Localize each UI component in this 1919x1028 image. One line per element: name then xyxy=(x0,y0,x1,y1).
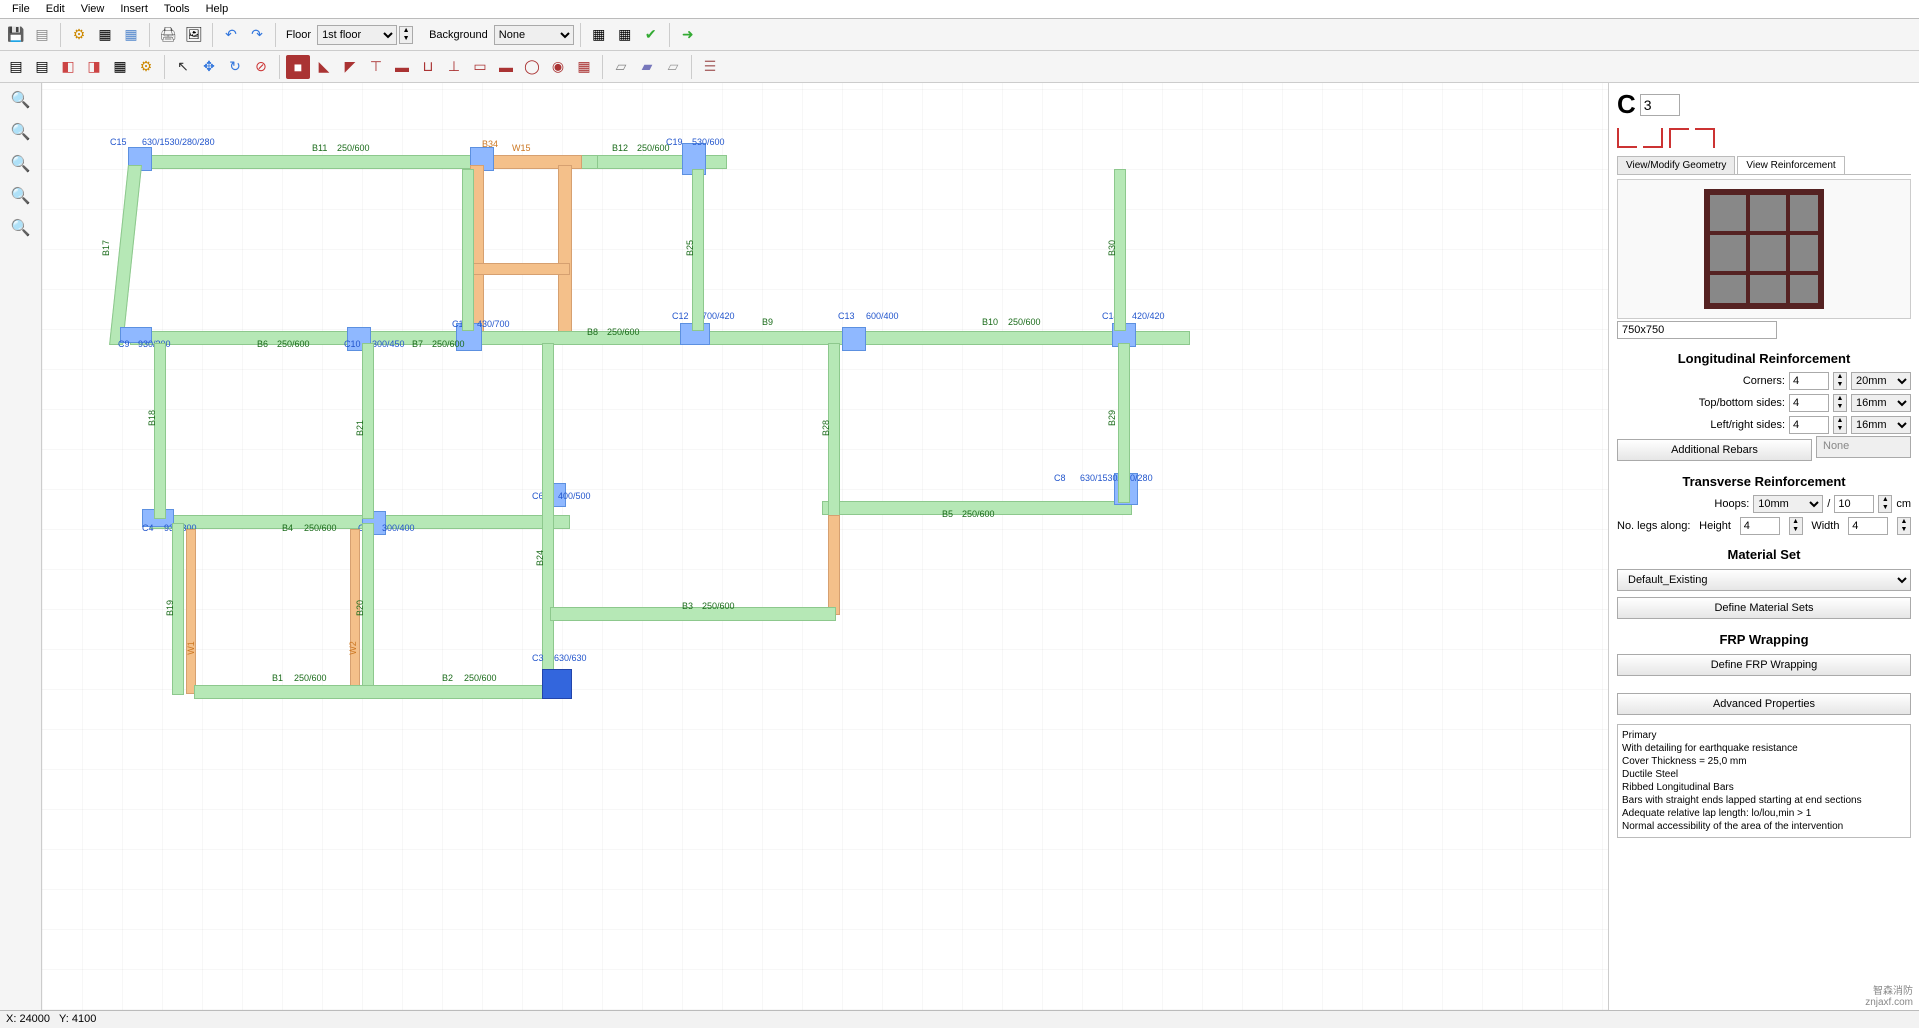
check-icon[interactable]: ✔ xyxy=(639,23,663,47)
status-bar: X: 24000 Y: 4100 xyxy=(0,1010,1919,1028)
slab2-icon[interactable]: ▰ xyxy=(635,55,659,79)
floor-select[interactable]: 1st floor xyxy=(317,25,397,45)
redo-icon[interactable]: ↷ xyxy=(245,23,269,47)
info-box: Primary With detailing for earthquake re… xyxy=(1617,724,1911,838)
select-icon[interactable]: ↖ xyxy=(171,55,195,79)
menu-view[interactable]: View xyxy=(73,1,113,17)
col-t-icon[interactable]: ⊤ xyxy=(364,55,388,79)
status-y: Y: 4100 xyxy=(59,1013,96,1025)
col-t2-icon[interactable]: ⊥ xyxy=(442,55,466,79)
floorplan-canvas[interactable]: C15 630/1530/280/280 B11 250/600 B34 W15… xyxy=(42,83,1609,1010)
slab3-icon[interactable]: ▱ xyxy=(661,55,685,79)
zoom-window-icon[interactable]: 🔍 xyxy=(8,151,34,177)
tb-count[interactable] xyxy=(1789,394,1829,412)
additional-rebars-none: None xyxy=(1816,436,1911,458)
undo-icon[interactable]: ↶ xyxy=(219,23,243,47)
floor-label: Floor xyxy=(286,29,311,41)
advanced-props-button[interactable]: Advanced Properties xyxy=(1617,693,1911,715)
exit-icon[interactable]: ➜ xyxy=(676,23,700,47)
zoom-toolbar: 🔍 🔍 🔍 🔍 🔍 xyxy=(0,83,42,1010)
hoops-dia[interactable]: 10mm xyxy=(1753,495,1823,513)
menu-tools[interactable]: Tools xyxy=(156,1,198,17)
corners-count[interactable] xyxy=(1789,372,1829,390)
legs-height[interactable] xyxy=(1740,517,1780,535)
watermark: 智森消防znjaxf.com xyxy=(1865,982,1913,1008)
delete-icon[interactable]: ⊘ xyxy=(249,55,273,79)
col-c3-selected[interactable] xyxy=(542,669,572,699)
corners-dia[interactable]: 20mm xyxy=(1851,372,1911,390)
section-preview xyxy=(1617,179,1911,319)
grid2-icon[interactable]: ▦ xyxy=(108,55,132,79)
menu-help[interactable]: Help xyxy=(198,1,237,17)
menu-bar: File Edit View Insert Tools Help xyxy=(0,0,1919,19)
background-label: Background xyxy=(429,29,488,41)
ortho-icon[interactable]: ▦ xyxy=(613,23,637,47)
zoom-prev-icon[interactable]: 🔍 xyxy=(8,215,34,241)
status-x: X: 24000 xyxy=(6,1013,50,1025)
h-frp: FRP Wrapping xyxy=(1617,632,1911,647)
gear2-icon[interactable]: ⚙ xyxy=(134,55,158,79)
col-x-icon[interactable]: ▦ xyxy=(572,55,596,79)
material-select[interactable]: Default_Existing xyxy=(1617,569,1911,591)
h-longitudinal: Longitudinal Reinforcement xyxy=(1617,351,1911,366)
section-icon[interactable]: ◧ xyxy=(56,55,80,79)
col-z-icon[interactable]: ▬ xyxy=(494,55,518,79)
zoom-in-icon[interactable]: 🔍 xyxy=(8,87,34,113)
corner-tr-icon[interactable] xyxy=(1643,128,1663,148)
rotate-icon[interactable]: ↻ xyxy=(223,55,247,79)
dwg2-icon[interactable]: ▤ xyxy=(30,55,54,79)
slab1-icon[interactable]: ▱ xyxy=(609,55,633,79)
corner-br-icon[interactable] xyxy=(1695,128,1715,148)
col-h-icon[interactable]: ▭ xyxy=(468,55,492,79)
lr-dia[interactable]: 16mm xyxy=(1851,416,1911,434)
tab-geometry[interactable]: View/Modify Geometry xyxy=(1617,156,1735,174)
menu-insert[interactable]: Insert xyxy=(112,1,156,17)
col-rect-icon[interactable]: ■ xyxy=(286,55,310,79)
corner-bl-icon[interactable] xyxy=(1669,128,1689,148)
col-c-icon[interactable]: ◯ xyxy=(520,55,544,79)
define-frp-button[interactable]: Define FRP Wrapping xyxy=(1617,654,1911,676)
snap-icon[interactable]: ▦ xyxy=(587,23,611,47)
h-transverse: Transverse Reinforcement xyxy=(1617,474,1911,489)
col-u-icon[interactable]: ⊔ xyxy=(416,55,440,79)
col-c2-icon[interactable]: ◉ xyxy=(546,55,570,79)
corner-tl-icon[interactable] xyxy=(1617,128,1637,148)
dimensions-input[interactable] xyxy=(1617,321,1777,339)
export-icon[interactable]: 🖼 xyxy=(182,23,206,47)
dwg1-icon[interactable]: ▤ xyxy=(4,55,28,79)
menu-file[interactable]: File xyxy=(4,1,38,17)
tab-reinforcement[interactable]: View Reinforcement xyxy=(1737,156,1844,174)
define-materials-button[interactable]: Define Material Sets xyxy=(1617,597,1911,619)
h-material: Material Set xyxy=(1617,547,1911,562)
background-select[interactable]: None xyxy=(494,25,574,45)
zoom-out-icon[interactable]: 🔍 xyxy=(8,119,34,145)
col-l2-icon[interactable]: ◤ xyxy=(338,55,362,79)
element-id-input[interactable] xyxy=(1640,94,1680,116)
dwg-icon[interactable]: ▤ xyxy=(30,23,54,47)
settings-icon[interactable]: ⚙ xyxy=(67,23,91,47)
tb-dia[interactable]: 16mm xyxy=(1851,394,1911,412)
hoops-spacing[interactable] xyxy=(1834,495,1874,513)
col-l1-icon[interactable]: ◣ xyxy=(312,55,336,79)
col-i-icon[interactable]: ▬ xyxy=(390,55,414,79)
lr-count[interactable] xyxy=(1789,416,1829,434)
legs-width[interactable] xyxy=(1848,517,1888,535)
col-c13[interactable] xyxy=(842,327,866,351)
toolbar-1: 💾 ▤ ⚙ ▦ ▦ 🖨 🖼 ↶ ↷ Floor 1st floor ▲▼ Bac… xyxy=(0,19,1919,51)
properties-panel: C View/Modify Geometry View Reinforcemen… xyxy=(1609,83,1919,1010)
print-icon[interactable]: 🖨 xyxy=(156,23,180,47)
menu-edit[interactable]: Edit xyxy=(38,1,73,17)
layers-icon[interactable]: ▦ xyxy=(93,23,117,47)
grid-icon[interactable]: ▦ xyxy=(119,23,143,47)
move-icon[interactable]: ✥ xyxy=(197,55,221,79)
section2-icon[interactable]: ◨ xyxy=(82,55,106,79)
additional-rebars-button[interactable]: Additional Rebars xyxy=(1617,439,1812,461)
zoom-fit-icon[interactable]: 🔍 xyxy=(8,183,34,209)
stair-icon[interactable]: ☰ xyxy=(698,55,722,79)
save-icon[interactable]: 💾 xyxy=(4,23,28,47)
toolbar-2: ▤ ▤ ◧ ◨ ▦ ⚙ ↖ ✥ ↻ ⊘ ■ ◣ ◤ ⊤ ▬ ⊔ ⊥ ▭ ▬ ◯ … xyxy=(0,51,1919,83)
element-type: C xyxy=(1617,89,1636,120)
floor-spinner[interactable]: ▲▼ xyxy=(399,26,413,44)
